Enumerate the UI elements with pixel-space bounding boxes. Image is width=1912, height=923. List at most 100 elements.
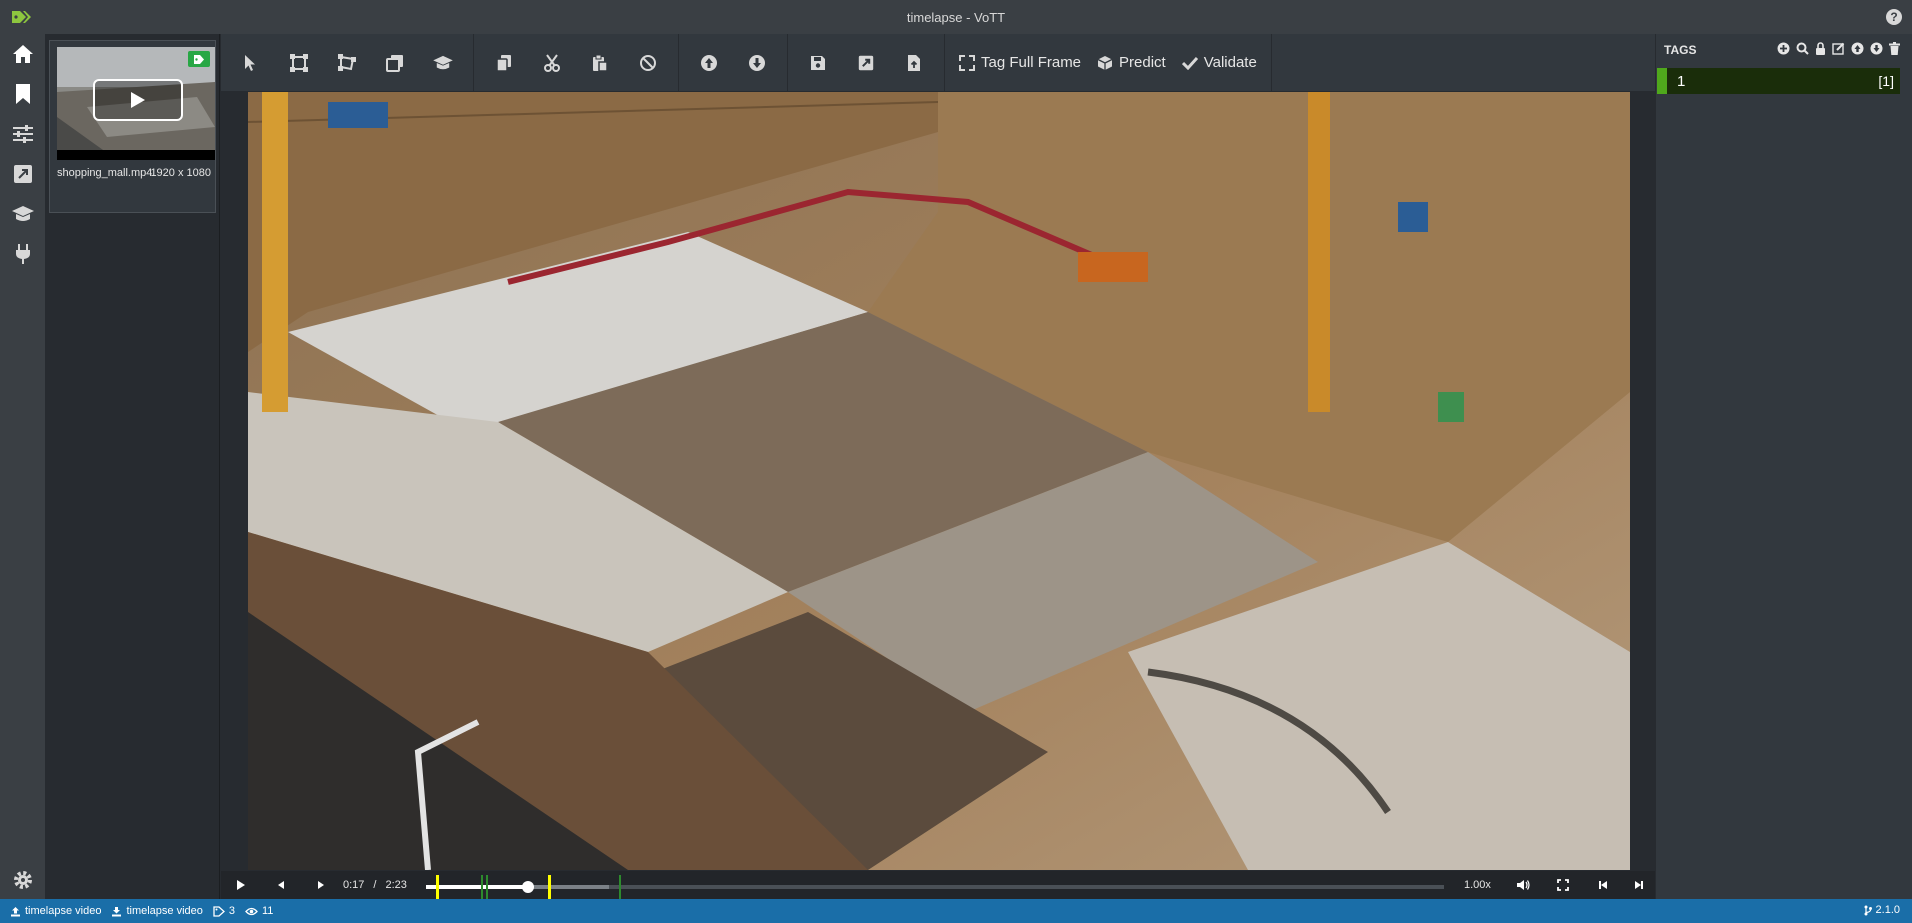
gear-icon [13, 870, 33, 890]
next-frame-button[interactable] [301, 871, 341, 899]
nav-export[interactable] [0, 154, 45, 194]
time-separator: / [373, 879, 377, 891]
plug-icon [15, 243, 31, 265]
toolbar-group-clipboard [474, 34, 679, 91]
move-tag-up-icon[interactable] [1851, 42, 1864, 55]
vott-logo-icon [11, 8, 33, 26]
tag-full-frame-button[interactable]: Tag Full Frame [951, 34, 1089, 91]
predict-label: Predict [1119, 54, 1166, 71]
predict-button[interactable]: Predict [1089, 34, 1174, 91]
nav-settings[interactable] [0, 114, 45, 154]
expand-icon [959, 54, 975, 71]
vector-square-icon [290, 53, 308, 72]
target-connection[interactable]: timelapse video [111, 905, 203, 917]
rectangle-tool-button[interactable] [275, 34, 323, 91]
tag-toolbar [1777, 42, 1900, 55]
save-project-button[interactable] [794, 34, 842, 91]
toolbar-group-tools [221, 34, 474, 91]
export-project-button[interactable] [842, 34, 890, 91]
download-icon [111, 906, 122, 917]
add-tag-icon[interactable] [1777, 42, 1790, 55]
delete-tag-icon[interactable] [1889, 42, 1900, 55]
sliders-icon [12, 125, 34, 143]
active-learning-button[interactable] [419, 34, 467, 91]
app-version: 2.1.0 [1864, 904, 1900, 916]
left-navigation [0, 34, 45, 899]
nav-tag-editor[interactable] [0, 74, 45, 114]
polygon-tool-button[interactable] [323, 34, 371, 91]
ban-icon [639, 54, 657, 72]
video-canvas[interactable] [248, 92, 1630, 870]
playback-speed[interactable]: 1.00x [1464, 879, 1491, 891]
asset-card[interactable]: shopping_mall.mp4 1920 x 1080 [49, 40, 216, 213]
edit-tag-icon[interactable] [1832, 42, 1845, 55]
nav-app-settings[interactable] [0, 860, 45, 900]
previous-tagged-frame-button[interactable] [1583, 871, 1623, 899]
graduation-cap-icon [432, 55, 454, 71]
timeline-marker-yellow [548, 875, 551, 899]
copy-button[interactable] [480, 34, 528, 91]
external-link-icon [858, 55, 874, 71]
search-tag-icon[interactable] [1796, 42, 1809, 55]
timeline-progress [426, 885, 528, 889]
timeline-marker-green [481, 875, 483, 899]
tag-color-swatch[interactable] [1657, 68, 1667, 94]
volume-button[interactable] [1503, 871, 1543, 899]
next-asset-button[interactable] [733, 34, 781, 91]
tag-count-value: 3 [228, 905, 235, 917]
bookmark-icon [15, 83, 31, 105]
cut-button[interactable] [528, 34, 576, 91]
version-value: 2.1.0 [1875, 904, 1900, 916]
volume-icon [1516, 879, 1530, 891]
current-time: 0:17 [343, 879, 365, 891]
export-file-button[interactable] [890, 34, 938, 91]
previous-asset-button[interactable] [685, 34, 733, 91]
tags-header: TAGS [1664, 43, 1697, 57]
tags-panel: TAGS 1 [1] [1656, 34, 1912, 899]
toolbar-group-navigate [679, 34, 788, 91]
paste-icon [592, 54, 608, 72]
nav-active-learning[interactable] [0, 194, 45, 234]
draw-polygon-icon [338, 53, 356, 72]
clone-icon [386, 54, 404, 72]
timeline-scrubber-handle[interactable] [521, 881, 534, 893]
cube-icon [1097, 55, 1113, 71]
step-backward-icon [277, 880, 285, 890]
file-export-icon [907, 54, 921, 72]
home-icon [12, 44, 34, 64]
tag-full-frame-label: Tag Full Frame [981, 54, 1082, 71]
nav-connections[interactable] [0, 234, 45, 274]
tag-item[interactable]: 1 [1] [1657, 68, 1900, 94]
lock-tag-icon[interactable] [1815, 42, 1826, 55]
play-icon[interactable] [93, 79, 183, 121]
tag-hotkey: [1] [1878, 73, 1894, 89]
source-connection[interactable]: timelapse video [10, 905, 101, 917]
skip-back-icon [1598, 880, 1608, 890]
timeline-track[interactable] [426, 875, 1444, 899]
tag-name: 1 [1677, 72, 1686, 90]
nav-home[interactable] [0, 34, 45, 74]
fullscreen-button[interactable] [1543, 871, 1583, 899]
step-forward-icon [317, 880, 325, 890]
tags-icon [213, 905, 225, 917]
clear-regions-button[interactable] [624, 34, 672, 91]
previous-frame-button[interactable] [261, 871, 301, 899]
arrow-circle-up-icon [700, 54, 718, 72]
visited-count-value: 11 [262, 905, 274, 917]
toolbar-group-project [788, 34, 945, 91]
copy-rectangle-button[interactable] [371, 34, 419, 91]
next-tagged-frame-button[interactable] [1623, 871, 1655, 899]
status-bar: timelapse video timelapse video 3 11 2.1… [0, 899, 1912, 923]
move-tag-down-icon[interactable] [1870, 42, 1883, 55]
source-connection-label: timelapse video [25, 905, 102, 917]
fullscreen-icon [1557, 879, 1569, 891]
graduation-cap-icon [11, 205, 35, 223]
help-icon[interactable]: ? [1886, 9, 1902, 25]
select-tool-button[interactable] [227, 34, 275, 91]
play-button[interactable] [221, 871, 261, 899]
video-frame-image [248, 92, 1630, 870]
validate-button[interactable]: Validate [1174, 34, 1265, 91]
timeline-marker-yellow [436, 875, 439, 899]
paste-button[interactable] [576, 34, 624, 91]
upload-icon [10, 906, 21, 917]
